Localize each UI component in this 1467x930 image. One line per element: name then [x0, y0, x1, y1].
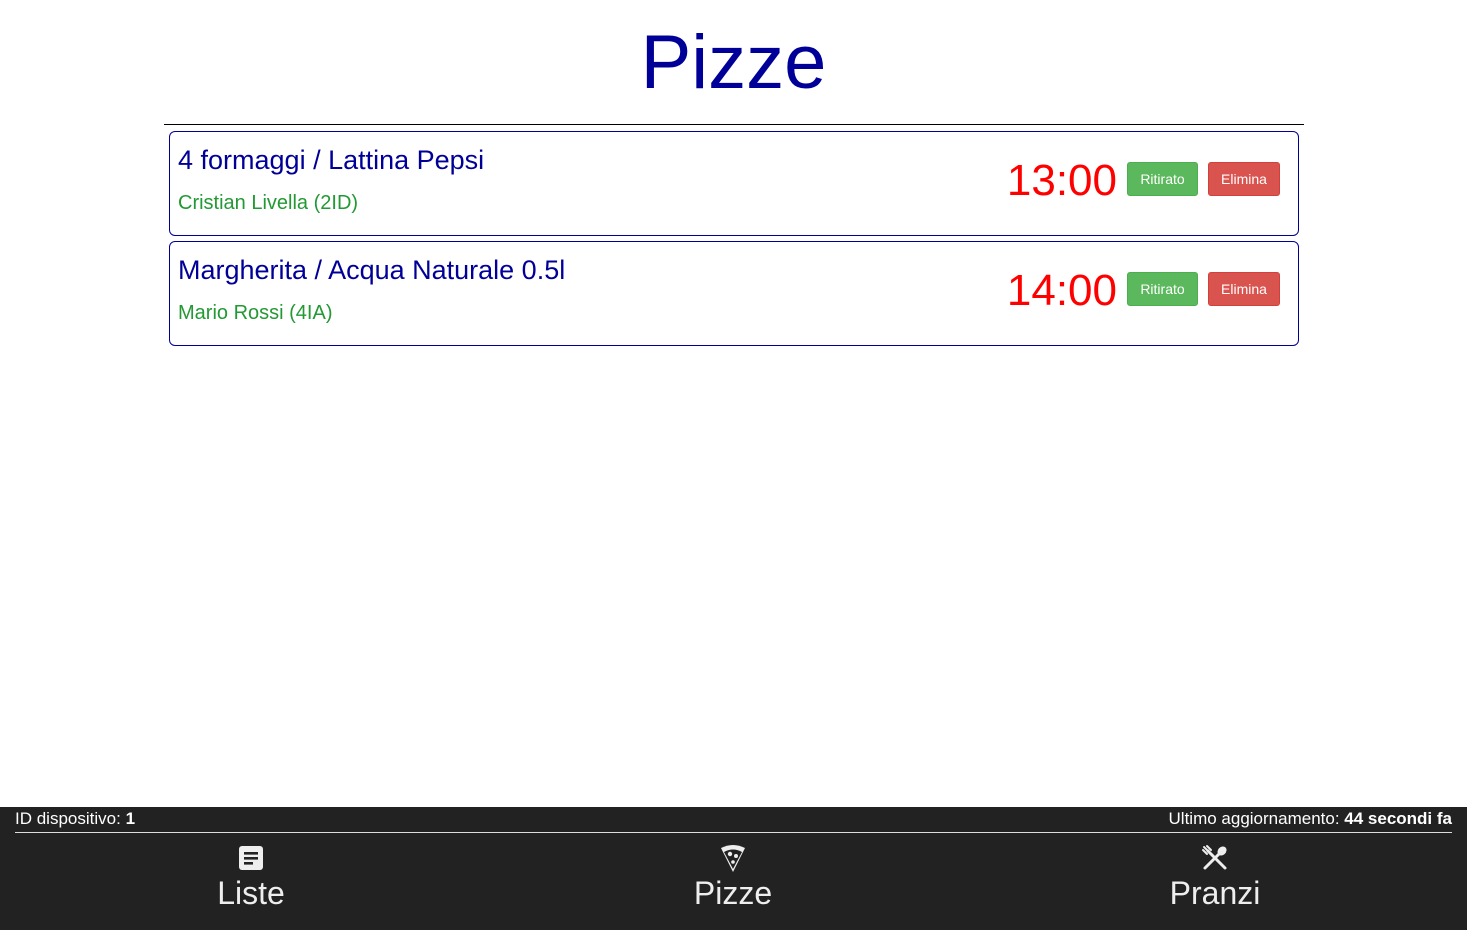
- last-update-value: 44 secondi fa: [1344, 809, 1452, 828]
- order-customer: Cristian Livella (2ID): [178, 192, 359, 214]
- nav-label-pranzi: Pranzi: [1169, 875, 1261, 911]
- elimina-button[interactable]: Elimina: [1208, 272, 1280, 306]
- ritirato-button[interactable]: Ritirato: [1127, 272, 1198, 306]
- order-item: Margherita / Acqua Naturale 0.5l: [178, 255, 566, 285]
- device-id-label: ID dispositivo:: [15, 809, 121, 828]
- nav-item-pranzi[interactable]: Pranzi: [1115, 843, 1315, 923]
- order-card: 4 formaggi / Lattina Pepsi Cristian Live…: [169, 131, 1299, 236]
- order-time: 13:00: [1006, 156, 1117, 205]
- order-item: 4 formaggi / Lattina Pepsi: [178, 145, 485, 175]
- last-update-label: Ultimo aggiornamento:: [1168, 809, 1340, 828]
- order-customer: Mario Rossi (4IA): [178, 302, 333, 324]
- nav-label-liste: Liste: [217, 875, 285, 911]
- page-title: Pizze: [640, 20, 827, 105]
- pizza-icon: [721, 845, 745, 872]
- device-id-value: 1: [125, 809, 136, 828]
- footer-bar: ID dispositivo: 1 Ultimo aggiornamento: …: [0, 807, 1467, 930]
- utensils-icon: [1202, 845, 1227, 870]
- last-update-status: Ultimo aggiornamento: 44 secondi fa: [1169, 809, 1452, 829]
- title-divider: [164, 124, 1304, 125]
- nav-label-pizze: Pizze: [693, 875, 773, 911]
- nav-item-liste[interactable]: Liste: [151, 843, 351, 923]
- device-id-status: ID dispositivo: 1: [15, 809, 135, 829]
- ritirato-button[interactable]: Ritirato: [1127, 162, 1198, 196]
- list-icon: [239, 846, 263, 870]
- order-list: 4 formaggi / Lattina Pepsi Cristian Live…: [169, 131, 1299, 351]
- elimina-button[interactable]: Elimina: [1208, 162, 1280, 196]
- order-card: Margherita / Acqua Naturale 0.5l Mario R…: [169, 241, 1299, 346]
- nav-item-pizze[interactable]: Pizze: [633, 843, 833, 923]
- status-divider: [15, 832, 1452, 833]
- order-time: 14:00: [1006, 266, 1117, 315]
